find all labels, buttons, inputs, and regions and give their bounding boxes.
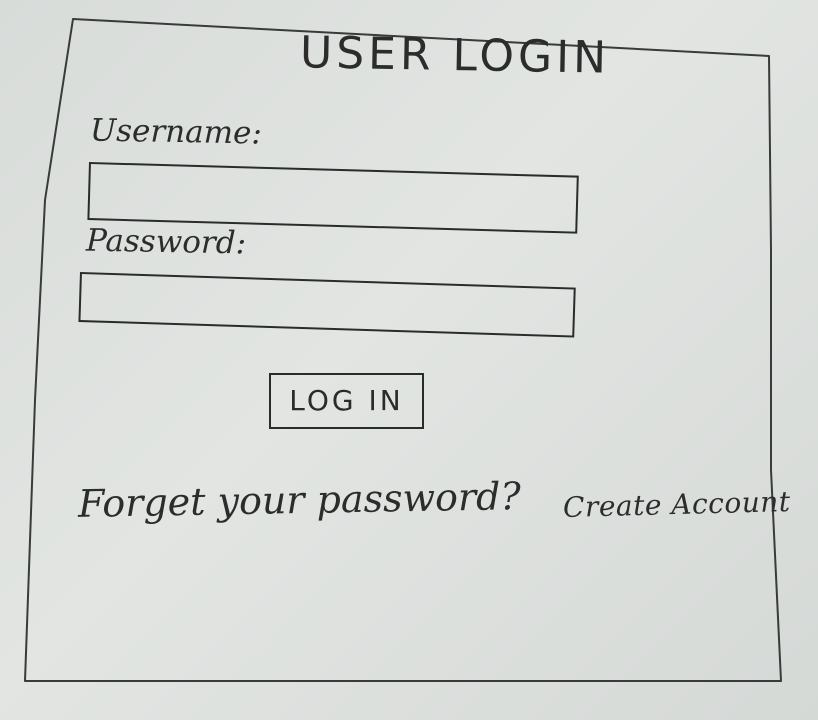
password-label: Password: xyxy=(85,222,247,262)
forgot-password-link[interactable]: Forget your password? xyxy=(78,474,522,526)
login-panel-border xyxy=(24,18,782,682)
username-label: Username: xyxy=(89,112,263,152)
page-title: USER LOGIN xyxy=(299,27,611,84)
sketch-paper xyxy=(0,0,818,720)
create-account-link[interactable]: Create Account xyxy=(563,485,791,524)
login-button[interactable]: LOG IN xyxy=(269,373,424,429)
